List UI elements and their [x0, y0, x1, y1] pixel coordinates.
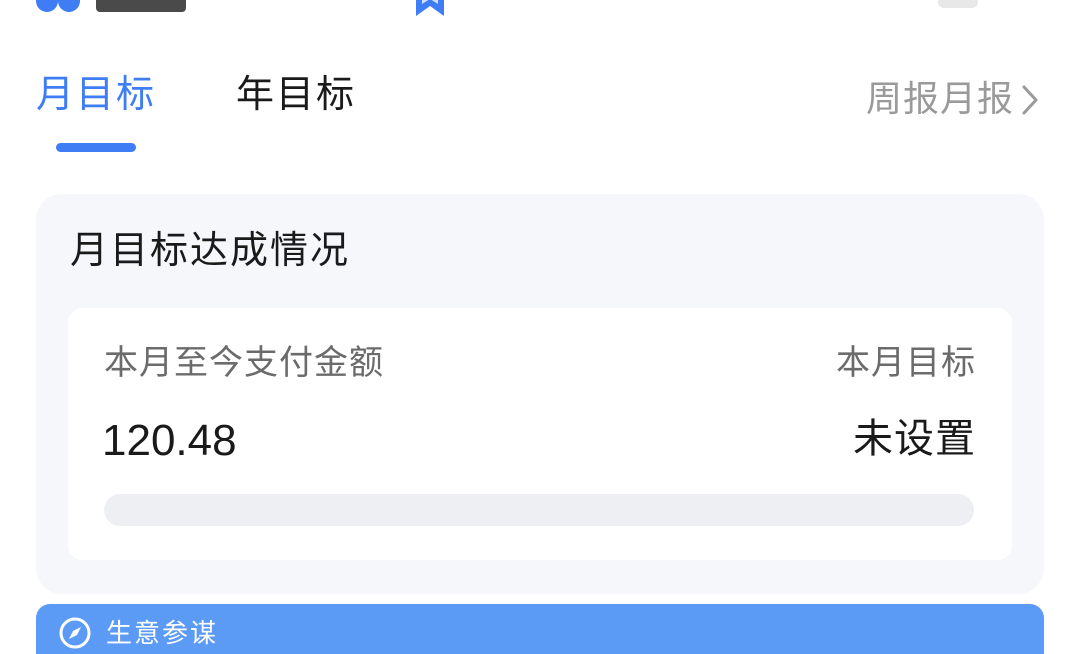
chevron-right-icon — [1022, 85, 1038, 115]
tab-year-goal[interactable]: 年目标 — [236, 70, 356, 118]
bookmark-icon[interactable] — [410, 0, 450, 16]
monthly-goal-card: 月目标达成情况 本月至今支付金额 本月目标 120.48 未设置 — [36, 194, 1044, 594]
top-bar-cropped — [0, 0, 1080, 18]
active-tab-indicator — [56, 143, 136, 152]
tab-month-goal[interactable]: 月目标 — [36, 70, 156, 118]
weekly-monthly-report-link[interactable]: 周报月报 — [866, 76, 1040, 124]
goal-page: 月目标 年目标 周报月报 月目标达成情况 本月至今支付金额 本月目标 120.4… — [0, 0, 1080, 654]
report-link-label: 周报月报 — [865, 79, 1014, 120]
top-title-cropped — [96, 0, 186, 12]
top-right-control-cropped[interactable] — [938, 0, 978, 8]
banner-label: 生意参谋 — [106, 619, 219, 649]
target-label: 本月目标 — [836, 343, 976, 383]
compass-icon — [59, 617, 91, 649]
target-value[interactable]: 未设置 — [853, 414, 976, 464]
goal-progress-bar — [104, 494, 974, 526]
paid-amount-label: 本月至今支付金额 — [104, 343, 384, 383]
goal-summary-panel: 本月至今支付金额 本月目标 120.48 未设置 — [68, 308, 1012, 560]
business-advisor-banner[interactable]: 生意参谋 — [36, 604, 1044, 654]
card-title: 月目标达成情况 — [70, 228, 351, 272]
app-logo-icon — [36, 0, 82, 14]
paid-amount-value: 120.48 — [102, 416, 237, 465]
